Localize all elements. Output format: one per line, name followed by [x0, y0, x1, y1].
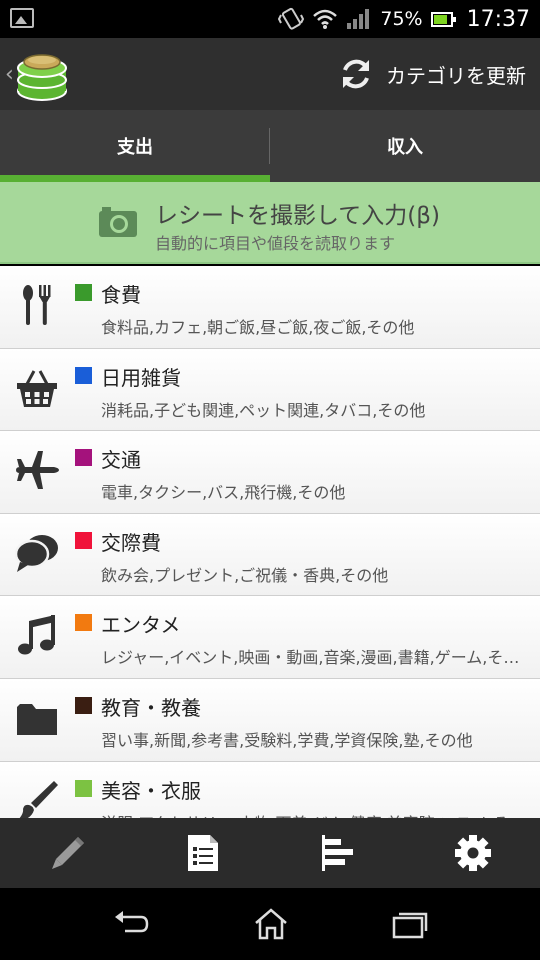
category-color-swatch: [75, 449, 92, 467]
category-items: 習い事,新聞,参考書,受験料,学費,学資保険,塾,その他: [101, 730, 473, 750]
category-items: レジャー,イベント,映画・動画,音楽,漫画,書籍,ゲーム,その他: [101, 648, 533, 668]
system-navigation-bar: [0, 888, 540, 960]
category-items: 食料品,カフェ,朝ご飯,昼ご飯,夜ご飯,その他: [101, 318, 415, 337]
chat-bubbles-icon: [14, 534, 58, 572]
battery-icon: [430, 11, 456, 27]
gear-icon: [454, 835, 491, 871]
camera-icon: [99, 207, 137, 237]
tab-expense[interactable]: 支出: [0, 110, 270, 182]
category-name: 食費: [101, 283, 141, 307]
pen-icon: [51, 837, 84, 869]
category-list: 食費 食料品,カフェ,朝ご飯,昼ご飯,夜ご飯,その他 日用雑貨 消耗品,子ども関…: [0, 266, 540, 818]
list-icon: [187, 835, 218, 871]
folder-icon: [17, 703, 57, 735]
refresh-icon: [343, 59, 369, 89]
settings-tab-button[interactable]: [405, 818, 540, 888]
app-logo-icon[interactable]: [12, 48, 70, 102]
tab-divider: [269, 128, 270, 164]
music-note-icon: [18, 615, 55, 655]
signal-icon: [347, 9, 370, 29]
category-items: 飲み会,プレゼント,ご祝儀・香典,その他: [101, 565, 389, 585]
tab-income-label: 収入: [387, 137, 423, 158]
brush-icon: [19, 780, 58, 818]
category-name: 教育・教養: [101, 695, 201, 720]
back-icon[interactable]: [111, 909, 151, 939]
category-row-transport[interactable]: 交通 電車,タクシー,バス,飛行機,その他: [0, 431, 540, 514]
refresh-categories-button[interactable]: カテゴリを更新: [338, 38, 526, 110]
receipt-title: レシートを撮影して入力(β): [155, 203, 440, 229]
action-bar: ‹ カテゴリを更新: [0, 38, 540, 110]
category-row-entertainment[interactable]: エンタメ レジャー,イベント,映画・動画,音楽,漫画,書籍,ゲーム,その他: [0, 596, 540, 679]
status-bar: 75% 17:37: [0, 0, 540, 38]
history-tab-button[interactable]: [135, 818, 270, 888]
basket-icon: [17, 369, 57, 407]
status-bar-right: 75% 17:37: [278, 0, 530, 38]
wifi-icon: [313, 9, 338, 29]
vibrate-icon: [278, 7, 305, 30]
tab-bar: 支出 収入: [0, 110, 540, 182]
category-row-food[interactable]: 食費 食料品,カフェ,朝ご飯,昼ご飯,夜ご飯,その他: [0, 266, 540, 349]
utensils-icon: [23, 285, 51, 325]
category-name: エンタメ: [101, 613, 181, 638]
report-tab-button[interactable]: [270, 818, 405, 888]
category-color-swatch: [75, 614, 92, 632]
input-tab-button[interactable]: [0, 818, 135, 888]
bottom-toolbar: [0, 818, 540, 888]
receipt-scan-banner[interactable]: レシートを撮影して入力(β) 自動的に項目や値段を読取ります: [0, 182, 540, 264]
recent-apps-icon[interactable]: [391, 909, 429, 939]
category-color-swatch: [75, 696, 92, 714]
tab-expense-label: 支出: [117, 137, 153, 158]
refresh-label: カテゴリを更新: [386, 63, 526, 88]
tab-income[interactable]: 収入: [270, 110, 540, 182]
home-icon[interactable]: [253, 907, 289, 941]
category-row-beauty[interactable]: 美容・衣服 洋服,アクセサリー,小物,下着,ジム,健康,美容院,コスメ,その他: [0, 761, 540, 818]
category-row-social[interactable]: 交際費 飲み会,プレゼント,ご祝儀・香典,その他: [0, 513, 540, 597]
category-color-swatch: [75, 531, 92, 549]
category-color-swatch: [75, 284, 92, 301]
category-items: 消耗品,子ども関連,ペット関連,タバコ,その他: [101, 400, 426, 420]
airplane-icon: [16, 451, 59, 490]
category-color-swatch: [75, 779, 92, 797]
category-name: 交通: [101, 448, 141, 473]
category-name: 交際費: [101, 530, 161, 555]
category-items: 洋服,アクセサリー,小物,下着,ジム,健康,美容院,コスメ,その他: [101, 810, 533, 818]
category-row-education[interactable]: 教育・教養 習い事,新聞,参考書,受験料,学費,学資保険,塾,その他: [0, 678, 540, 762]
category-name: 日用雑貨: [101, 365, 181, 390]
category-items: 電車,タクシー,バス,飛行機,その他: [101, 483, 346, 503]
receipt-subtitle: 自動的に項目や値段を読取ります: [155, 234, 396, 253]
battery-percent: 75%: [380, 8, 423, 30]
gallery-notification-icon: [10, 8, 34, 28]
category-color-swatch: [75, 366, 92, 384]
clock: 17:37: [466, 6, 530, 32]
category-row-daily-goods[interactable]: 日用雑貨 消耗品,子ども関連,ペット関連,タバコ,その他: [0, 348, 540, 432]
bar-chart-icon: [321, 835, 353, 871]
category-name: 美容・衣服: [101, 778, 201, 803]
